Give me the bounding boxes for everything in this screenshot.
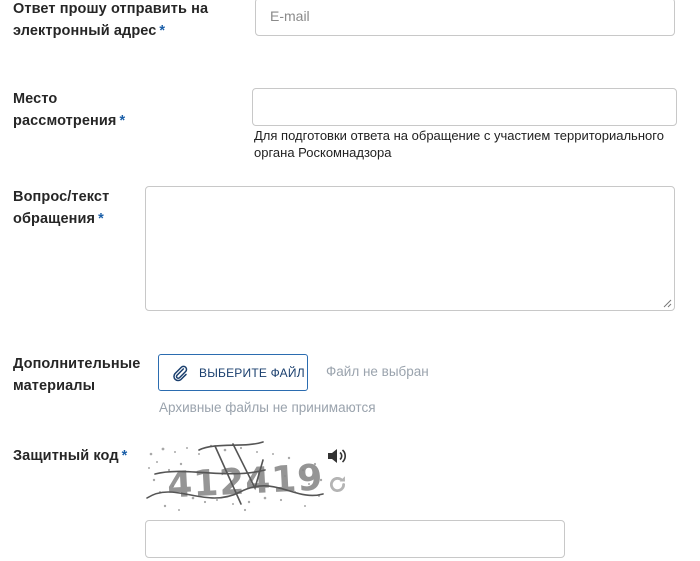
captcha-text: 412419: [166, 457, 324, 506]
place-hint: Для подготовки ответа на обращение с уча…: [254, 127, 694, 161]
question-label-text: Вопрос/текст обращения: [13, 189, 110, 227]
refresh-icon[interactable]: [327, 474, 348, 495]
place-label-text: Место рассмотрения: [13, 91, 117, 129]
place-hint-text: Для подготовки ответа на обращение с уча…: [254, 128, 664, 160]
required-mark: *: [159, 23, 166, 39]
reply-email-label: Ответ прошу отправить на электронный адр…: [13, 0, 233, 42]
archive-note: Архивные файлы не принимаются: [159, 400, 376, 415]
question-label: Вопрос/текст обращения *: [13, 186, 138, 230]
speaker-icon[interactable]: [326, 446, 348, 466]
place-input[interactable]: [252, 88, 677, 126]
resize-grip-icon[interactable]: [663, 299, 672, 308]
place-label: Место рассмотрения *: [13, 88, 153, 132]
captcha-image: 412419: [145, 440, 325, 516]
captcha-label: Защитный код *: [13, 445, 133, 467]
captcha-input[interactable]: [145, 520, 565, 558]
required-mark: *: [119, 113, 126, 129]
question-textarea[interactable]: [145, 186, 675, 311]
email-placeholder: E-mail: [270, 8, 310, 24]
reply-email-label-text: Ответ прошу отправить на электронный адр…: [13, 1, 209, 39]
attachments-label-text: Дополнительные материалы: [13, 356, 141, 394]
paperclip-icon: [173, 365, 188, 381]
email-input[interactable]: E-mail: [255, 0, 675, 36]
required-mark: *: [121, 448, 128, 464]
choose-file-label: ВЫБЕРИТЕ ФАЙЛ: [199, 365, 305, 380]
required-mark: *: [98, 211, 104, 227]
choose-file-button[interactable]: ВЫБЕРИТЕ ФАЙЛ: [158, 354, 308, 391]
captcha-label-text: Защитный код: [13, 448, 119, 464]
no-file-status: Файл не выбран: [326, 364, 429, 379]
attachments-label: Дополнительные материалы: [13, 353, 153, 397]
